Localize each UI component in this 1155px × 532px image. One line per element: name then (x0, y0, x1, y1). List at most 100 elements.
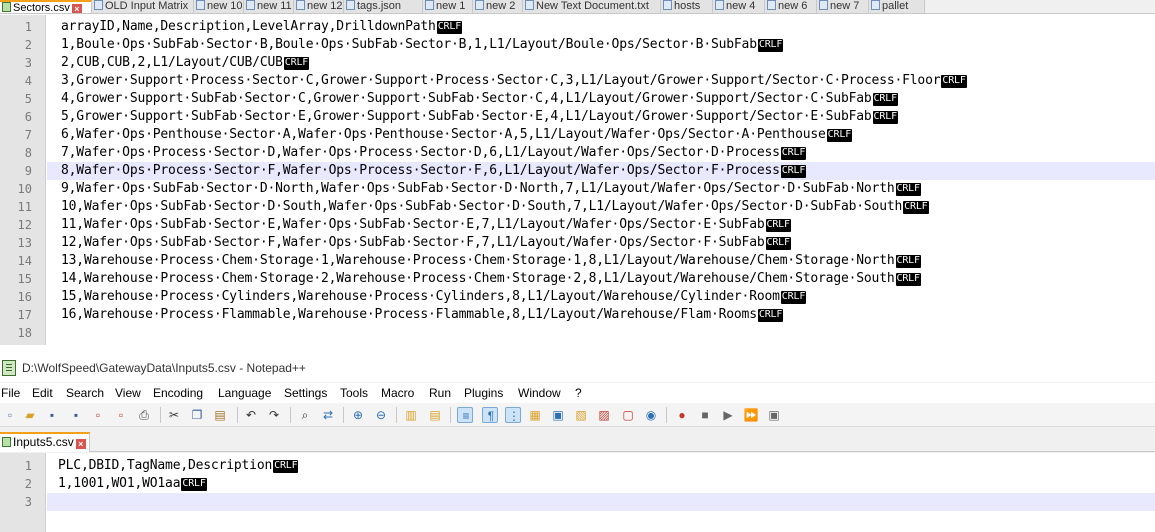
record-macro-icon[interactable]: ● (674, 407, 690, 423)
editor-tab[interactable]: new 1 (423, 0, 473, 13)
undo-icon[interactable]: ↶ (243, 407, 259, 423)
crlf-marker: CRLF (780, 147, 807, 160)
line-number: 14 (17, 254, 32, 268)
new-file-icon[interactable]: ▫ (2, 407, 18, 423)
zoom-in-icon[interactable]: ⊕ (350, 407, 366, 423)
line-number: 3 (24, 56, 32, 70)
tab-label: new 11 (257, 0, 292, 12)
line-text: 1,Boule·Ops·SubFab·Sector·B,Boule·Ops·Su… (61, 37, 757, 52)
toolbar-separator (450, 407, 451, 423)
find-icon[interactable]: ⌕ (297, 407, 313, 423)
crlf-marker: CRLF (895, 273, 921, 286)
tab-label: new 10 (207, 0, 243, 12)
crlf-marker: CRLF (765, 237, 791, 250)
zoom-out-icon[interactable]: ⊖ (373, 407, 389, 423)
editor-tab[interactable]: new 10 (194, 0, 244, 13)
file-icon (246, 0, 255, 10)
function-list-icon[interactable]: ▣ (550, 407, 566, 423)
line-text: 2,CUB,CUB,2,L1/Layout/CUB/CUB (61, 55, 283, 70)
file-icon (2, 437, 11, 447)
menu-window[interactable]: Window (518, 386, 561, 400)
file-icon (425, 0, 434, 10)
stop-record-icon[interactable]: ■ (697, 407, 713, 423)
close-all-icon[interactable]: ▫ (113, 407, 129, 423)
menu-search[interactable]: Search (66, 386, 104, 400)
crlf-marker: CRLF (895, 255, 921, 268)
file-icon (346, 0, 355, 10)
run-macro-multiple-icon[interactable]: ⏩ (743, 407, 759, 423)
show-all-characters-icon-glyph: ¶ (487, 409, 495, 423)
line-text: PLC,DBID,TagName,Description (58, 458, 273, 473)
redo-icon[interactable]: ↷ (266, 407, 282, 423)
editor-tab[interactable]: Sectors.csv × (0, 0, 92, 13)
editor-tab[interactable]: new 2 (473, 0, 523, 13)
code-line: 10,Wafer·Ops·SubFab·Sector·D·South,Wafer… (61, 198, 929, 216)
menu-encoding[interactable]: Encoding (153, 386, 203, 400)
editor-tab[interactable]: new 7 (817, 0, 869, 13)
line-text: 1,1001,WO1,WO1aa (58, 476, 181, 491)
menu-run[interactable]: Run (429, 386, 451, 400)
line-number: 3 (24, 495, 32, 509)
editor-tab[interactable]: New Text Document.txt (523, 0, 661, 13)
word-wrap-icon[interactable]: ≡ (457, 407, 473, 423)
save-macro-icon[interactable]: ▣ (766, 407, 782, 423)
sync-vertical-icon[interactable]: ▥ (403, 407, 419, 423)
folder-as-workspace-icon[interactable]: ▧ (573, 407, 589, 423)
tab-close-icon[interactable]: × (75, 439, 86, 449)
indent-guide-icon[interactable]: ⋮ (505, 407, 521, 423)
editor-tab[interactable]: new 11 (244, 0, 294, 13)
sync-horizontal-icon[interactable]: ▤ (427, 407, 443, 423)
menu-tools[interactable]: Tools (340, 386, 368, 400)
monitoring-icon[interactable]: ▨ (596, 407, 612, 423)
editor-tab[interactable]: new 12 (294, 0, 344, 13)
crlf-marker: CRLF (780, 165, 807, 178)
save-all-icon[interactable]: ▪ (68, 407, 84, 423)
print-icon[interactable]: ⎙ (136, 407, 152, 423)
code-line: 2,CUB,CUB,2,L1/Layout/CUB/CUB CRLF (61, 54, 310, 72)
menu-macro[interactable]: Macro (381, 386, 414, 400)
save-icon[interactable]: ▪ (44, 407, 60, 423)
menu-plugins[interactable]: Plugins (464, 386, 503, 400)
eye-icon[interactable]: ◉ (643, 407, 659, 423)
line-text: 9,Wafer·Ops·SubFab·Sector·D·North,Wafer·… (61, 181, 895, 196)
copy-icon[interactable]: ❐ (189, 407, 205, 423)
editor-tab[interactable]: pallet (869, 0, 925, 13)
toolbar-separator (343, 407, 344, 423)
line-number: 18 (17, 326, 32, 340)
close-icon[interactable]: ▫ (90, 407, 106, 423)
editor-tab[interactable]: OLD Input Matrix (92, 0, 194, 13)
file-icon (767, 0, 776, 10)
menu-edit[interactable]: Edit (32, 386, 53, 400)
replace-icon[interactable]: ⇄ (320, 407, 336, 423)
open-file-icon[interactable]: ▰ (22, 407, 38, 423)
print-icon-glyph: ⎙ (139, 408, 149, 422)
tab-close-icon[interactable]: × (71, 4, 82, 13)
word-wrap-icon-glyph: ≡ (462, 409, 470, 423)
menu-language[interactable]: Language (218, 386, 271, 400)
line-text: arrayID,Name,Description,LevelArray,Dril… (61, 19, 436, 34)
menu-help[interactable]: ? (575, 386, 582, 400)
crlf-marker: CRLF (895, 183, 921, 196)
document-map-icon[interactable]: ▦ (527, 407, 543, 423)
open-file-icon-glyph: ▰ (25, 408, 35, 422)
menu-file[interactable]: File (1, 386, 20, 400)
sectors-editor[interactable]: 1 2 3 4 5 6 7 8 9 10 11 12 13 14 15 16 17 18 arrayID,Name,… (0, 15, 1155, 345)
show-all-characters-icon[interactable]: ¶ (482, 407, 498, 423)
inputs-editor[interactable]: 1 2 3 PLC,DBID,TagName,Description CRLF 1,100… (0, 453, 1155, 532)
document-tab[interactable]: Inputs5.csv × (0, 432, 90, 452)
sync-vertical-icon-glyph: ▥ (405, 408, 417, 422)
cut-icon[interactable]: ✂ (166, 407, 182, 423)
editor-tab[interactable]: new 4 (713, 0, 765, 13)
line-number: 2 (24, 477, 32, 491)
menu-bar: File Edit Search View Encoding Language Settin… (0, 383, 1155, 403)
editor-tab[interactable]: new 6 (765, 0, 817, 13)
code-line: 5,Grower·Support·SubFab·Sector·E,Grower·… (61, 108, 898, 126)
menu-settings[interactable]: Settings (284, 386, 327, 400)
editor-tab[interactable]: tags.json (344, 0, 423, 13)
tab-label: New Text Document.txt (536, 0, 649, 12)
editor-tab[interactable]: hosts (661, 0, 713, 13)
play-macro-icon[interactable]: ▶ (720, 407, 736, 423)
paste-icon[interactable]: ▤ (212, 407, 228, 423)
menu-view[interactable]: View (115, 386, 141, 400)
document-list-icon[interactable]: ▢ (620, 407, 636, 423)
